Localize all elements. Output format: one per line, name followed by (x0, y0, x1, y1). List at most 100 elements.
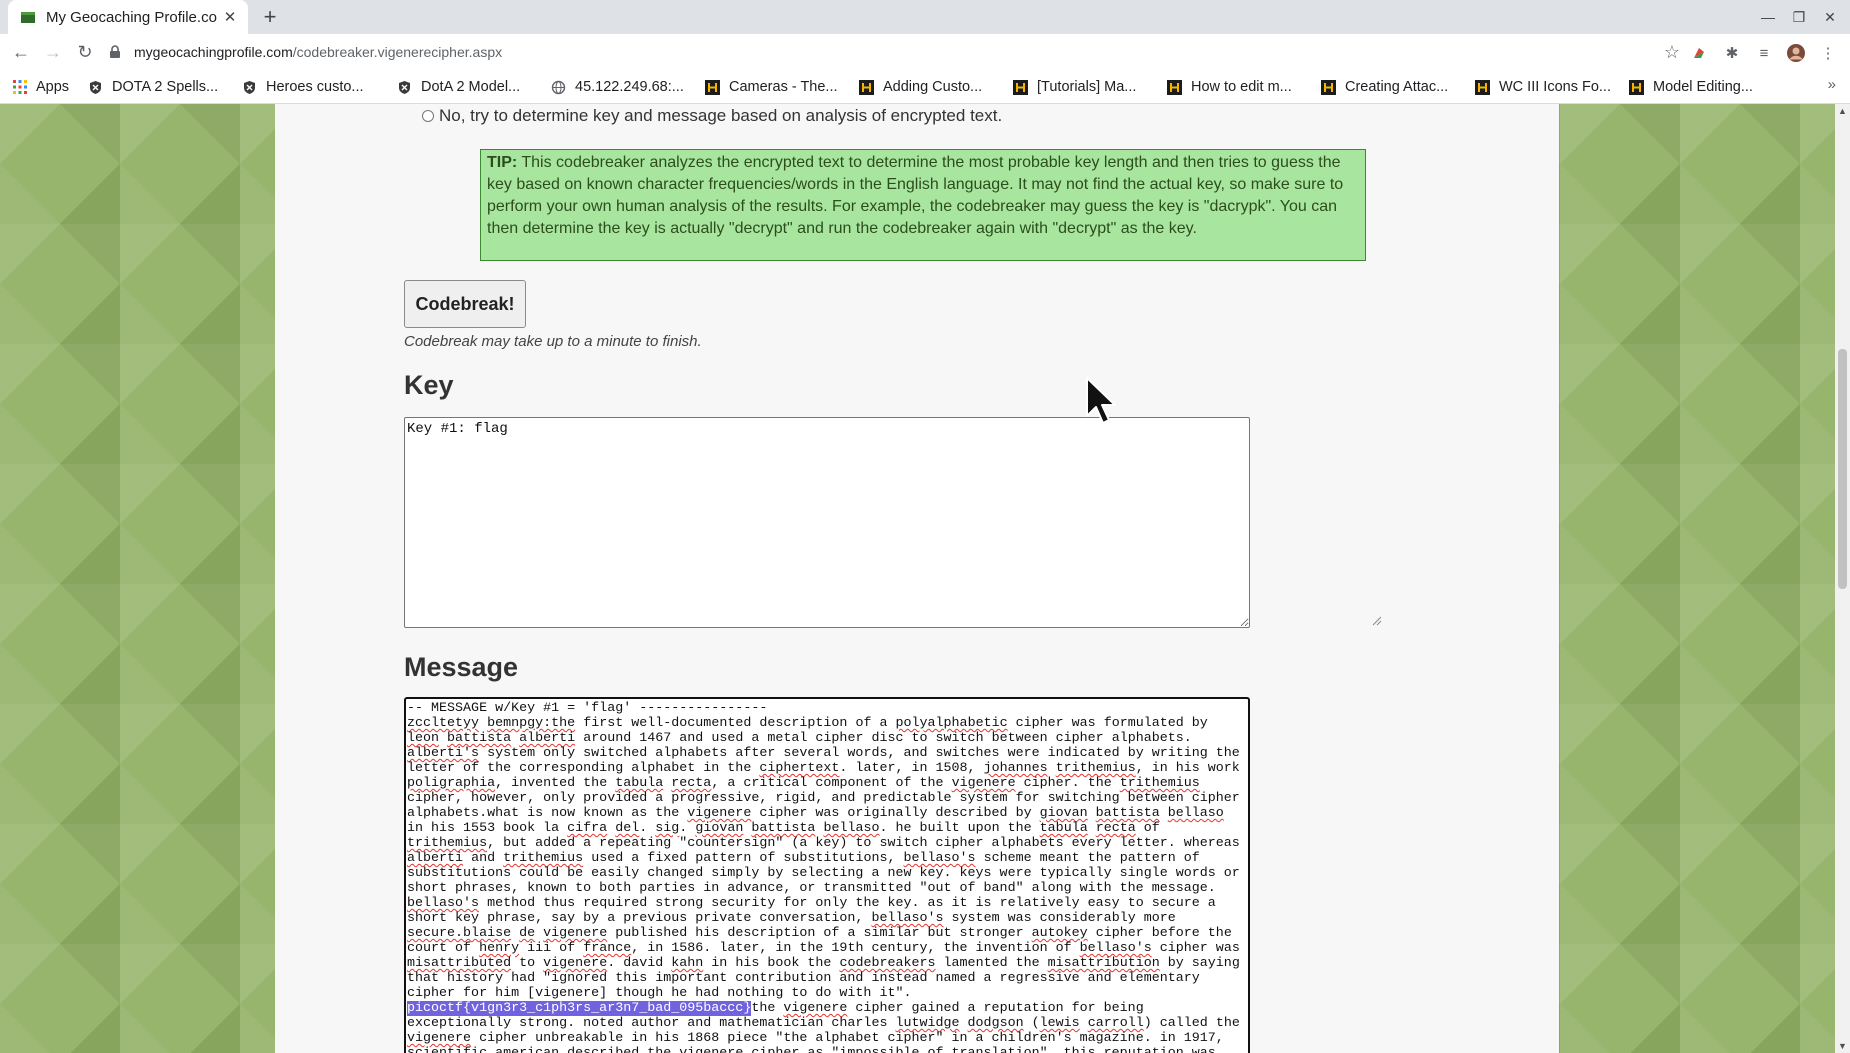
codebreak-note: Codebreak may take up to a minute to fin… (404, 333, 702, 350)
restore-icon[interactable]: ❐ (1789, 7, 1809, 27)
url-path: /codebreaker.vigenerecipher.aspx (292, 44, 503, 60)
bookmarks-bar: Apps DOTA 2 Spells... Heroes custo... Do… (0, 70, 1850, 104)
page-viewport: No, try to determine key and message bas… (0, 104, 1835, 1053)
lock-icon (110, 45, 120, 58)
bookmarks-overflow-button[interactable]: » (1828, 76, 1836, 93)
message-line: misattributed to vigenere. david kahn in… (407, 956, 1240, 971)
radio-button[interactable] (422, 110, 434, 122)
radio-label: No, try to determine key and message bas… (439, 106, 1003, 125)
bookmark-item[interactable]: Creating Attac... (1321, 76, 1448, 98)
message-heading: Message (404, 652, 519, 682)
message-line: -- MESSAGE w/Key #1 = 'flag' -----------… (407, 701, 768, 716)
bookmark-label: Creating Attac... (1345, 79, 1449, 95)
extensions-puzzle-icon[interactable]: ✱ (1722, 43, 1742, 63)
bookmark-label: Heroes custo... (266, 79, 364, 95)
bookmark-apps[interactable]: Apps (12, 76, 69, 98)
message-line: alberti's system only switched alphabets… (407, 746, 1240, 761)
message-line: zccltetyy bemnpgy:the first well-documen… (407, 716, 1208, 731)
message-line: in his 1553 book la cifra del. sig. giov… (407, 821, 1160, 836)
tip-box: TIP: This codebreaker analyzes the encry… (480, 149, 1366, 261)
bookmark-label: How to edit m... (1191, 79, 1292, 95)
message-line: poligraphia, invented the tabula recta, … (407, 776, 1200, 791)
menu-kebab-icon[interactable]: ⋮ (1818, 43, 1838, 63)
hive-icon (1321, 79, 1336, 95)
browser-toolbar: ← → ↻ mygeocachingprofile.com/codebreake… (0, 34, 1850, 70)
close-tab-icon[interactable]: ✕ (222, 9, 238, 26)
scrollbar-thumb[interactable] (1838, 349, 1847, 589)
message-line: short phrases, known to both parties in … (407, 881, 1216, 896)
geocaching-favicon-icon (21, 12, 35, 23)
message-line: picoctf{v1gn3r3_c1ph3rs_ar3n7_bad_095bac… (407, 1001, 1144, 1016)
message-line: cipher, however, only provided a progres… (407, 791, 1240, 806)
bookmark-item[interactable]: [Tutorials] Ma... (1013, 76, 1136, 98)
browser-tab[interactable]: My Geocaching Profile.co ✕ (8, 0, 248, 34)
message-line: substitutions could be easily changed si… (407, 866, 1240, 881)
message-line: scientific american described the vigene… (407, 1046, 1247, 1053)
bookmark-label: DOTA 2 Spells... (112, 79, 219, 95)
bookmark-item[interactable]: How to edit m... (1167, 76, 1292, 98)
scroll-up-icon[interactable]: ▲ (1838, 106, 1847, 116)
extension-color-icon[interactable] (1689, 43, 1709, 63)
resize-grip-icon[interactable] (1368, 612, 1382, 626)
message-line: leon battista alberti around 1467 and us… (407, 731, 1192, 746)
bookmark-label: 45.122.249.68:... (575, 79, 684, 95)
bookmark-item[interactable]: Cameras - The... (705, 76, 838, 98)
window-close-icon[interactable]: ✕ (1820, 7, 1840, 27)
message-line: secure.blaise de vigenere published his … (407, 926, 1232, 941)
key-heading: Key (404, 370, 454, 400)
back-arrow-icon[interactable]: ← (10, 41, 32, 63)
dota-shield-icon (88, 80, 103, 95)
hive-icon (1167, 79, 1182, 95)
bookmark-item[interactable]: Model Editing... (1629, 76, 1753, 98)
profile-avatar[interactable] (1786, 43, 1806, 63)
bookmark-item[interactable]: DOTA 2 Spells... (88, 76, 218, 98)
bookmark-label: Adding Custo... (883, 79, 983, 95)
bookmark-item[interactable]: WC III Icons Fo... (1475, 76, 1611, 98)
bookmark-star-icon[interactable]: ☆ (1664, 42, 1680, 63)
bookmark-item[interactable]: Adding Custo... (859, 76, 982, 98)
url-host: mygeocachingprofile.com (134, 44, 293, 60)
analysis-radio-option[interactable]: No, try to determine key and message bas… (422, 106, 1002, 126)
message-line: letter of the corresponding alphabet in … (407, 761, 1240, 776)
forward-arrow-icon[interactable]: → (42, 41, 64, 63)
message-line: short key phrase, say by a previous priv… (407, 911, 1176, 926)
bookmark-item[interactable]: DotA 2 Model... (397, 76, 520, 98)
message-line: cipher for him [vigenere] though he had … (407, 986, 912, 1001)
new-tab-button[interactable]: + (258, 4, 282, 29)
message-line: exceptionally strong. noted author and m… (407, 1016, 1240, 1031)
apps-grid-icon (12, 80, 27, 95)
bookmark-label: Cameras - The... (729, 79, 838, 95)
address-bar[interactable]: mygeocachingprofile.com/codebreaker.vige… (108, 37, 1688, 67)
hive-icon (859, 79, 874, 95)
bookmark-label: [Tutorials] Ma... (1037, 79, 1137, 95)
bookmark-label: Model Editing... (1653, 79, 1753, 95)
message-line: bellaso's method thus required strong se… (407, 896, 1216, 911)
mouse-pointer-icon (1086, 377, 1116, 424)
bookmark-item[interactable]: Heroes custo... (242, 76, 364, 98)
message-textarea[interactable]: -- MESSAGE w/Key #1 = 'flag' -----------… (404, 697, 1250, 1053)
page-scrollbar[interactable]: ▲ ▼ (1835, 104, 1850, 1053)
reload-icon[interactable]: ↻ (74, 41, 96, 63)
scroll-down-icon[interactable]: ▼ (1838, 1041, 1847, 1051)
codebreak-button[interactable]: Codebreak! (404, 280, 526, 328)
hive-icon (1475, 79, 1490, 95)
bookmark-item[interactable]: 45.122.249.68:... (551, 76, 684, 98)
message-line: alberti and trithemius used a fixed patt… (407, 851, 1200, 866)
bookmark-label: DotA 2 Model... (421, 79, 521, 95)
message-line: trithemius, but added a repeating "count… (407, 836, 1240, 851)
hive-icon (1013, 79, 1028, 95)
key-textarea[interactable]: Key #1: flag (404, 417, 1250, 628)
main-content: No, try to determine key and message bas… (275, 104, 1559, 1053)
selected-flag-text: picoctf{v1gn3r3_c1ph3rs_ar3n7_bad_095bac… (407, 1001, 752, 1016)
minimize-icon[interactable]: — (1758, 7, 1778, 27)
hive-icon (705, 79, 720, 95)
tip-text: This codebreaker analyzes the encrypted … (487, 154, 1344, 237)
message-line: that history had "ignored this important… (407, 971, 1200, 986)
hive-icon (1629, 79, 1644, 95)
message-line: alphabets.what is now known as the vigen… (407, 806, 1224, 821)
message-line: vigenere cipher unbreakable in his 1868 … (407, 1031, 1224, 1046)
bookmark-label: WC III Icons Fo... (1499, 79, 1611, 95)
tab-strip: My Geocaching Profile.co ✕ + — ❐ ✕ (0, 0, 1850, 34)
dota-shield-icon (242, 80, 257, 95)
media-queue-icon[interactable]: ≡ (1754, 43, 1774, 63)
